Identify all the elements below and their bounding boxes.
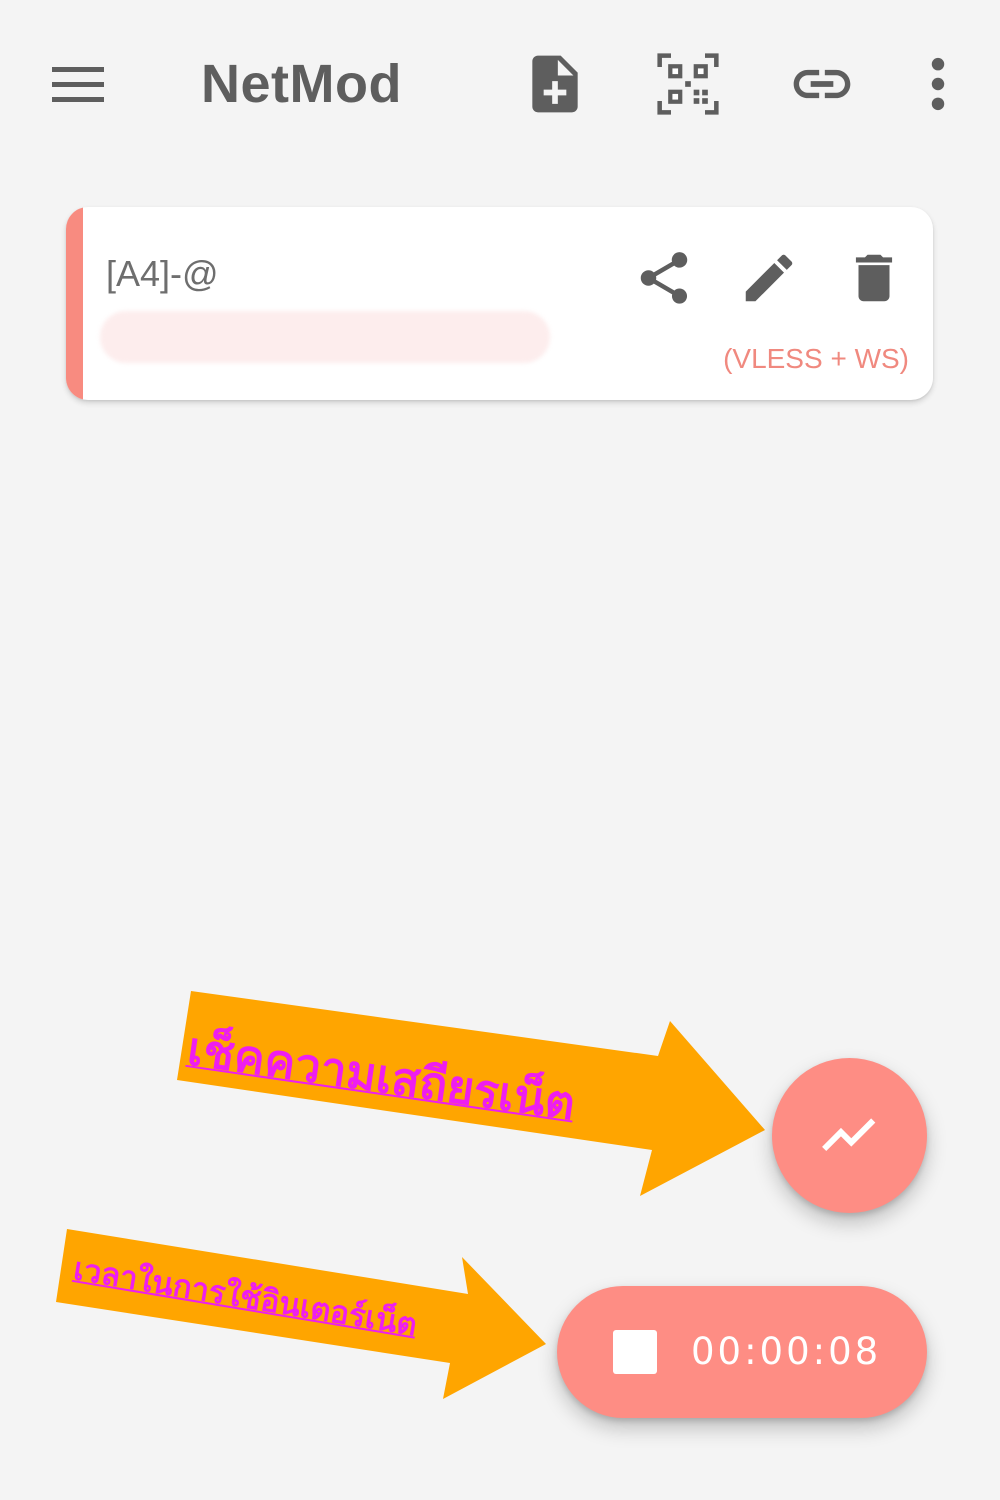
speed-test-button[interactable]	[772, 1058, 927, 1213]
trending-up-icon	[821, 1117, 875, 1151]
stop-connection-button[interactable]: 00:00:08	[557, 1286, 927, 1418]
stop-icon	[613, 1330, 657, 1374]
connection-timer: 00:00:08	[691, 1330, 882, 1373]
app-screen: NetMod [A4]-@ (VLESS + WS) เช็คความเสถีย…	[0, 0, 1000, 1500]
